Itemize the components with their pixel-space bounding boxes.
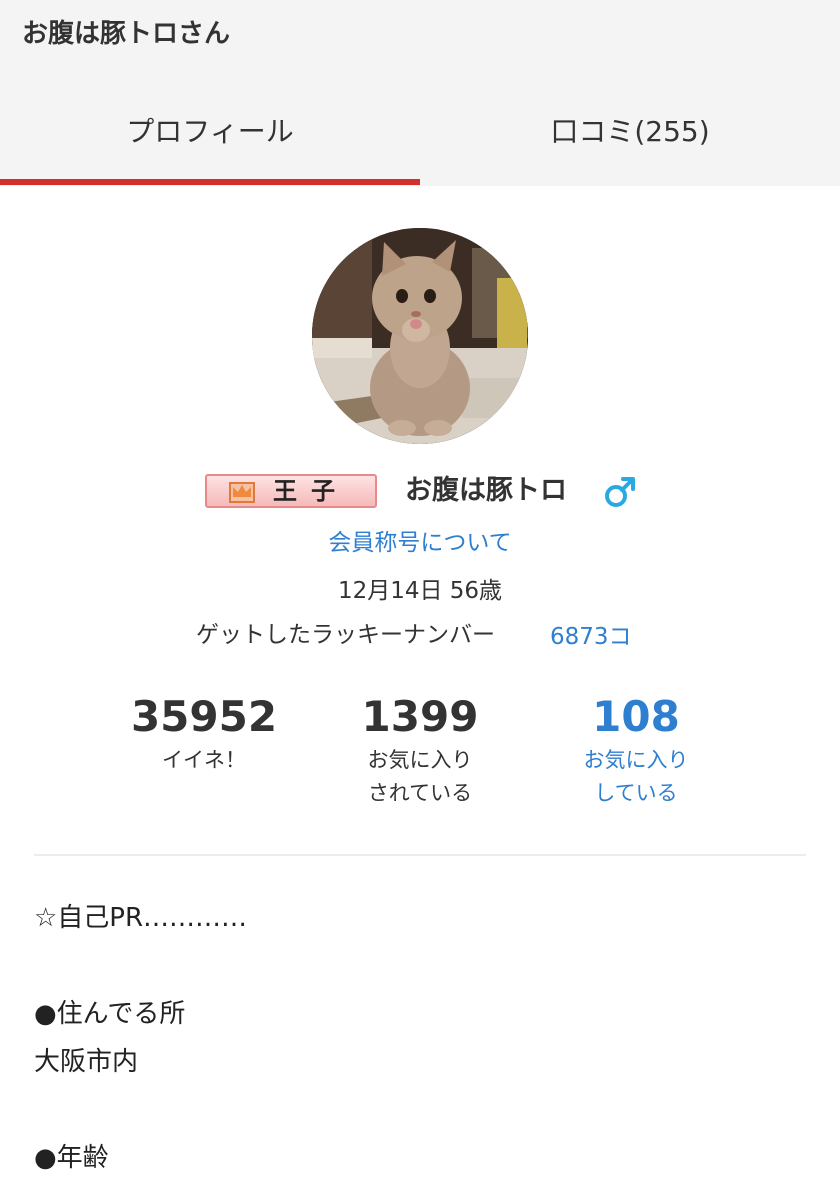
favoriting-label-line1[interactable]: お気に入り <box>516 744 756 777</box>
favorited-count: 1399 <box>361 692 479 741</box>
rank-title: 王子 <box>273 477 349 505</box>
bio-line <box>34 942 814 990</box>
stat-favoriting[interactable]: 108 お気に入り している <box>516 690 756 810</box>
favoriting-count[interactable]: 108 <box>516 690 756 744</box>
bio-line: ☆自己PR………… <box>34 903 248 933</box>
lucky-number-link[interactable]: 6873コ <box>550 620 632 654</box>
birthday-age: 12月14日 56歳 <box>337 578 503 604</box>
bio-line: ●年齢 <box>34 1143 109 1173</box>
favorited-label-line1: お気に入り <box>367 748 473 772</box>
stat-favorited: 1399 お気に入り されている <box>300 690 540 810</box>
tab-profile[interactable]: プロフィール <box>0 84 420 186</box>
profile-title-row: 王子 お腹は豚トロ <box>0 470 840 512</box>
lucky-number-row: ゲットしたラッキーナンバー 6873コ <box>0 618 840 652</box>
section-divider <box>34 854 806 856</box>
bio-line: 大阪市内 <box>34 1047 139 1077</box>
bio-line: ●住んでる所 <box>34 999 186 1029</box>
likes-count: 35952 <box>130 692 278 741</box>
rank-badge: 王子 <box>205 474 377 508</box>
app-header: お腹は豚トロさん プロフィール 口コミ(255) <box>0 0 840 186</box>
username: お腹は豚トロ <box>405 475 567 506</box>
tab-reviews[interactable]: 口コミ(255) <box>420 84 840 186</box>
likes-label: イイネ！ <box>162 748 246 772</box>
rank-info-link[interactable]: 会員称号について <box>0 526 840 560</box>
stat-likes: 35952 イイネ！ <box>84 690 324 777</box>
crown-icon <box>229 482 255 503</box>
avatar <box>312 228 528 444</box>
bio-line <box>34 1086 814 1134</box>
self-introduction: ☆自己PR………… ●住んでる所 大阪市内 ●年齢 <box>34 894 814 1182</box>
page-title: お腹は豚トロさん <box>22 19 231 49</box>
favorited-label-line2: されている <box>367 781 473 805</box>
male-icon <box>605 477 635 507</box>
lucky-number-label: ゲットしたラッキーナンバー <box>196 622 495 648</box>
favoriting-label-line2[interactable]: している <box>516 777 756 810</box>
tab-bar: プロフィール 口コミ(255) <box>0 84 840 186</box>
active-tab-indicator <box>0 179 420 185</box>
kitten-photo <box>312 228 528 444</box>
